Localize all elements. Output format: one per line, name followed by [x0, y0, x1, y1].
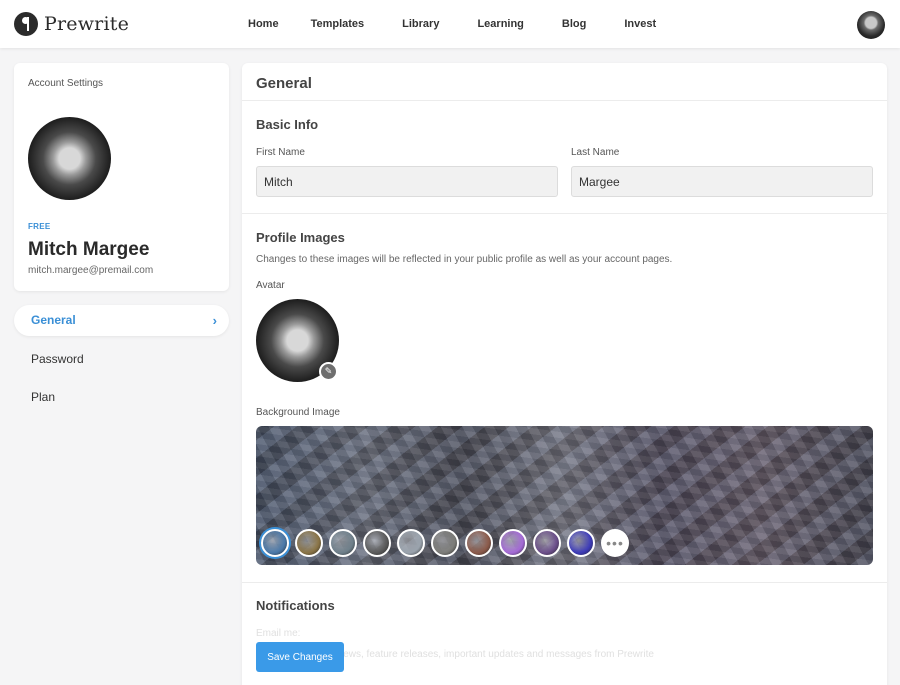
background-thumbnail[interactable] [397, 529, 425, 557]
background-thumbnail[interactable] [533, 529, 561, 557]
notifications-faded-option: News, feature releases, important update… [336, 649, 654, 660]
plan-badge: FREE [28, 222, 51, 231]
divider [242, 582, 887, 583]
nav-home[interactable]: Home [248, 18, 279, 30]
first-name-label: First Name [256, 147, 305, 158]
prewrite-logo-icon [14, 12, 38, 36]
first-name-input[interactable] [256, 166, 558, 197]
background-thumbnail[interactable] [329, 529, 357, 557]
sidebar-item-plan[interactable]: Plan [14, 382, 229, 413]
sidebar-item-general[interactable]: General › [14, 305, 229, 336]
background-thumbnail[interactable] [295, 529, 323, 557]
chevron-right-icon: › [212, 313, 217, 328]
nav-blog[interactable]: Blog [562, 18, 586, 30]
background-image-preview: ••• [256, 426, 873, 565]
profile-email: mitch.margee@premail.com [28, 265, 154, 276]
save-changes-button[interactable]: Save Changes [256, 642, 344, 672]
background-thumbnail[interactable] [567, 529, 595, 557]
brand-name: Prewrite [44, 13, 130, 35]
brand-logo[interactable]: Prewrite [14, 12, 129, 36]
sidebar-item-label: Plan [31, 390, 56, 404]
last-name-label: Last Name [571, 147, 620, 158]
edit-pencil-icon[interactable]: ✎ [319, 362, 338, 381]
background-thumbnail[interactable] [363, 529, 391, 557]
avatar-label: Avatar [256, 280, 285, 291]
divider [242, 213, 887, 214]
background-thumbnail[interactable] [431, 529, 459, 557]
background-thumbnail[interactable] [261, 529, 289, 557]
last-name-input[interactable] [571, 166, 873, 197]
profile-images-title: Profile Images [256, 230, 345, 245]
sidebar-item-label: General [31, 313, 76, 327]
main-nav: Home Templates Library Learning Blog Inv… [248, 18, 656, 30]
nav-library[interactable]: Library [402, 18, 439, 30]
profile-images-help: Changes to these images will be reflecte… [256, 254, 673, 265]
nav-invest[interactable]: Invest [624, 18, 656, 30]
nav-templates[interactable]: Templates [311, 18, 365, 30]
more-horizontal-icon: ••• [606, 535, 624, 551]
divider [242, 100, 887, 101]
top-navigation-bar: Prewrite Home Templates Library Learning… [0, 0, 900, 48]
profile-name: Mitch Margee [28, 239, 150, 260]
user-avatar[interactable] [857, 11, 885, 39]
more-backgrounds-button[interactable]: ••• [601, 529, 629, 557]
notifications-title: Notifications [256, 598, 335, 613]
profile-avatar [28, 117, 111, 200]
sidebar-item-password[interactable]: Password [14, 344, 229, 375]
sidebar-item-label: Password [31, 352, 84, 366]
background-thumbnail-list: ••• [261, 529, 629, 557]
notifications-faded-label: Email me: [256, 628, 301, 639]
general-settings-panel: General Basic Info First Name Last Name … [242, 63, 887, 685]
account-summary-card: Account Settings FREE Mitch Margee mitch… [14, 63, 229, 291]
nav-learning[interactable]: Learning [477, 18, 523, 30]
background-thumbnail[interactable] [465, 529, 493, 557]
background-thumbnail[interactable] [499, 529, 527, 557]
account-settings-heading: Account Settings [28, 78, 104, 89]
page-title: General [256, 75, 312, 92]
basic-info-title: Basic Info [256, 117, 319, 132]
background-image-label: Background Image [256, 407, 340, 418]
